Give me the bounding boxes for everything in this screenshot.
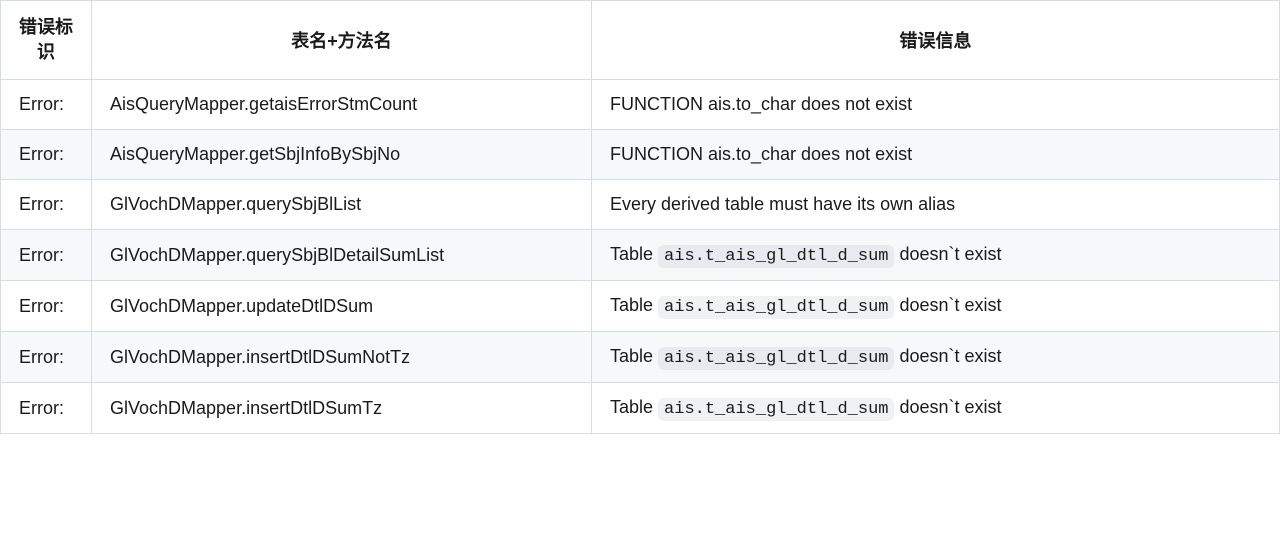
- message-suffix: doesn`t exist: [894, 397, 1001, 417]
- table-header: 错误标识 表名+方法名 错误信息: [1, 1, 1279, 79]
- message-prefix: Every derived table must have its own al…: [610, 194, 955, 214]
- message-prefix: Table: [610, 244, 658, 264]
- cell-message: Table ais.t_ais_gl_dtl_d_sum doesn`t exi…: [591, 280, 1279, 331]
- cell-method: AisQueryMapper.getaisErrorStmCount: [91, 79, 591, 129]
- cell-method: GlVochDMapper.updateDtlDSum: [91, 280, 591, 331]
- cell-error-flag: Error:: [1, 129, 91, 179]
- message-suffix: doesn`t exist: [894, 295, 1001, 315]
- cell-error-flag: Error:: [1, 229, 91, 280]
- cell-method: GlVochDMapper.insertDtlDSumNotTz: [91, 331, 591, 382]
- cell-method: GlVochDMapper.querySbjBlDetailSumList: [91, 229, 591, 280]
- table-row: Error:GlVochDMapper.insertDtlDSumTzTable…: [1, 382, 1279, 433]
- cell-error-flag: Error:: [1, 79, 91, 129]
- cell-message: FUNCTION ais.to_char does not exist: [591, 79, 1279, 129]
- message-code: ais.t_ais_gl_dtl_d_sum: [658, 347, 894, 370]
- cell-method: AisQueryMapper.getSbjInfoBySbjNo: [91, 129, 591, 179]
- table-row: Error:AisQueryMapper.getaisErrorStmCount…: [1, 79, 1279, 129]
- cell-message: Table ais.t_ais_gl_dtl_d_sum doesn`t exi…: [591, 229, 1279, 280]
- cell-message: Every derived table must have its own al…: [591, 179, 1279, 229]
- cell-message: Table ais.t_ais_gl_dtl_d_sum doesn`t exi…: [591, 382, 1279, 433]
- message-prefix: FUNCTION ais.to_char does not exist: [610, 94, 912, 114]
- cell-message: FUNCTION ais.to_char does not exist: [591, 129, 1279, 179]
- message-prefix: Table: [610, 397, 658, 417]
- cell-message: Table ais.t_ais_gl_dtl_d_sum doesn`t exi…: [591, 331, 1279, 382]
- table-row: Error:GlVochDMapper.querySbjBlDetailSumL…: [1, 229, 1279, 280]
- message-suffix: doesn`t exist: [894, 244, 1001, 264]
- cell-error-flag: Error:: [1, 331, 91, 382]
- message-prefix: FUNCTION ais.to_char does not exist: [610, 144, 912, 164]
- message-suffix: doesn`t exist: [894, 346, 1001, 366]
- cell-method: GlVochDMapper.querySbjBlList: [91, 179, 591, 229]
- cell-method: GlVochDMapper.insertDtlDSumTz: [91, 382, 591, 433]
- message-code: ais.t_ais_gl_dtl_d_sum: [658, 245, 894, 268]
- table-row: Error:GlVochDMapper.updateDtlDSumTable a…: [1, 280, 1279, 331]
- header-message: 错误信息: [591, 1, 1279, 79]
- table-row: Error:AisQueryMapper.getSbjInfoBySbjNo FU…: [1, 129, 1279, 179]
- cell-error-flag: Error:: [1, 179, 91, 229]
- table-body: Error:AisQueryMapper.getaisErrorStmCount…: [1, 79, 1279, 433]
- error-table: 错误标识 表名+方法名 错误信息 Error:AisQueryMapper.ge…: [0, 0, 1280, 434]
- cell-error-flag: Error:: [1, 382, 91, 433]
- header-method: 表名+方法名: [91, 1, 591, 79]
- header-flag: 错误标识: [1, 1, 91, 79]
- cell-error-flag: Error:: [1, 280, 91, 331]
- message-prefix: Table: [610, 295, 658, 315]
- table-row: Error:GlVochDMapper.querySbjBlList Every …: [1, 179, 1279, 229]
- message-code: ais.t_ais_gl_dtl_d_sum: [658, 296, 894, 319]
- table-row: Error:GlVochDMapper.insertDtlDSumNotTzTa…: [1, 331, 1279, 382]
- message-code: ais.t_ais_gl_dtl_d_sum: [658, 398, 894, 421]
- message-prefix: Table: [610, 346, 658, 366]
